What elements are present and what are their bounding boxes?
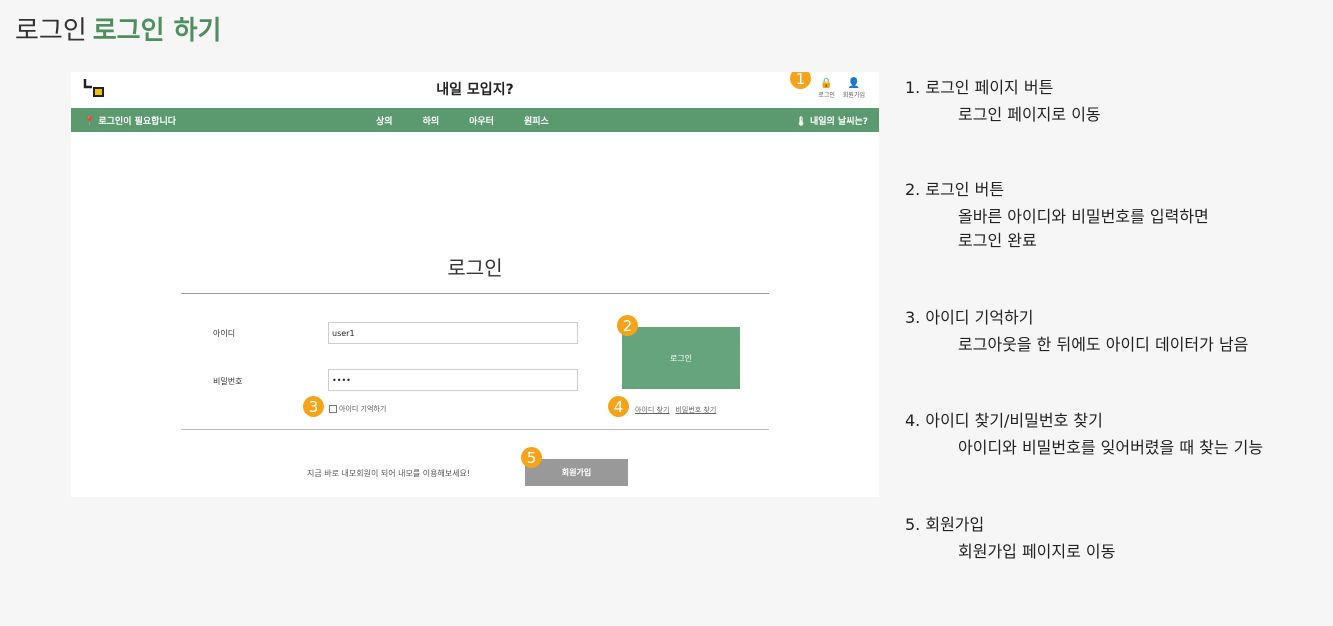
divider-top: [181, 293, 769, 294]
password-label: 비밀번호: [213, 377, 243, 386]
badge-5: 5: [521, 447, 542, 468]
login-button[interactable]: 로그인: [622, 327, 740, 389]
login-heading: 로그인: [447, 256, 503, 280]
location-pin-icon: 📍: [84, 117, 96, 127]
nav-item-dress[interactable]: 원피스: [524, 114, 549, 127]
nav-menu: 상의 하의 아우터 원피스: [376, 114, 549, 127]
find-id-link[interactable]: 아이디 찾기: [635, 405, 669, 415]
note-1: 1. 로그인 페이지 버튼 로그인 페이지로 이동: [905, 74, 1101, 127]
id-input[interactable]: [328, 322, 578, 344]
note-5-desc: 회원가입 페이지로 이동: [958, 542, 1116, 561]
signup-button[interactable]: 회원가입: [525, 459, 628, 486]
nav-item-tops[interactable]: 상의: [376, 114, 393, 127]
badge-4: 4: [608, 396, 629, 417]
lock-icon: 🔒: [820, 78, 833, 89]
note-4-title: 4. 아이디 찾기/비밀번호 찾기: [905, 411, 1103, 430]
signup-prompt: 지금 바로 내모회원이 되어 내모를 이용해보세요!: [307, 469, 471, 478]
note-2-desc-line1: 올바른 아이디와 비밀번호를 입력하면: [958, 207, 1209, 226]
signup-page-button[interactable]: 👤 회원가입: [843, 78, 865, 99]
note-2-title: 2. 로그인 버튼: [905, 180, 1005, 199]
signup-page-label: 회원가입: [842, 92, 865, 99]
nav-weather-text: 내일의 날씨는?: [809, 117, 868, 127]
remember-id-label: 아이디 기억하기: [339, 405, 387, 413]
login-page-label: 로그인: [818, 92, 835, 99]
note-1-title: 1. 로그인 페이지 버튼: [905, 78, 1054, 97]
find-password-link[interactable]: 비밀번호 찾기: [675, 405, 716, 415]
badge-2: 2: [617, 315, 638, 336]
screenshot-panel: 내일 모입지? 🔒 로그인 👤 회원가입 📍 로그인이 필요합니다 상의 하의 …: [71, 72, 879, 497]
nav-item-bottoms[interactable]: 하의: [423, 114, 440, 127]
remember-id-checkbox[interactable]: [329, 405, 337, 413]
user-plus-icon: 👤: [847, 78, 861, 89]
note-2-desc: 올바른 아이디와 비밀번호를 입력하면 로그인 완료: [958, 205, 1209, 253]
login-page-button[interactable]: 🔒 로그인: [818, 78, 835, 99]
find-links: 아이디 찾기 비밀번호 찾기: [635, 405, 716, 415]
note-5-title: 5. 회원가입: [905, 515, 985, 534]
note-3-desc: 로그아웃을 한 뒤에도 아이디 데이터가 남음: [958, 335, 1249, 354]
thermometer-icon: 🌡: [795, 117, 807, 127]
page-title-accent: 로그인 하기: [92, 16, 222, 46]
nav-weather-link[interactable]: 🌡 내일의 날씨는?: [795, 114, 868, 127]
badge-3: 3: [303, 396, 324, 417]
note-2: 2. 로그인 버튼 올바른 아이디와 비밀번호를 입력하면 로그인 완료: [905, 176, 1209, 253]
page-title-prefix: 로그인: [15, 16, 87, 46]
nav-login-status-text: 로그인이 필요합니다: [98, 117, 177, 127]
note-2-desc-line2: 로그인 완료: [958, 231, 1037, 250]
page-title: 로그인 로그인 하기: [15, 10, 221, 47]
note-5: 5. 회원가입 회원가입 페이지로 이동: [905, 511, 1115, 564]
nav-item-outer[interactable]: 아우터: [469, 114, 494, 127]
note-3: 3. 아이디 기억하기 로그아웃을 한 뒤에도 아이디 데이터가 남음: [905, 304, 1248, 357]
note-4: 4. 아이디 찾기/비밀번호 찾기 아이디와 비밀번호를 잊어버렸을 때 찾는 …: [905, 407, 1263, 460]
note-1-desc: 로그인 페이지로 이동: [958, 105, 1101, 124]
remember-id[interactable]: 아이디 기억하기: [329, 404, 386, 414]
note-3-title: 3. 아이디 기억하기: [905, 308, 1034, 327]
id-label: 아이디: [213, 329, 236, 338]
site-title: 내일 모입지?: [436, 82, 514, 98]
password-input[interactable]: [328, 369, 578, 391]
note-4-desc: 아이디와 비밀번호를 잊어버렸을 때 찾는 기능: [958, 438, 1264, 457]
divider-bottom: [181, 429, 769, 430]
nav-login-status: 📍 로그인이 필요합니다: [84, 114, 176, 127]
top-actions: 🔒 로그인 👤 회원가입: [818, 78, 865, 99]
navbar: 📍 로그인이 필요합니다 상의 하의 아우터 원피스 🌡 내일의 날씨는?: [71, 108, 879, 132]
